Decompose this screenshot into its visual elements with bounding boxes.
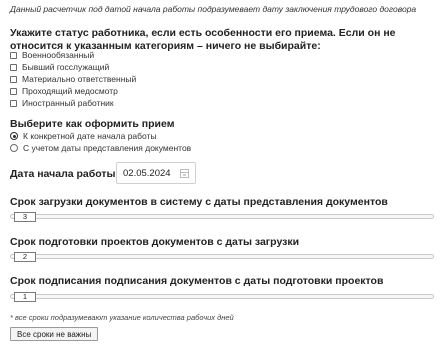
checkbox-label: Военнообязанный xyxy=(22,50,95,60)
checkbox-box[interactable] xyxy=(10,63,17,71)
checkbox-label: Бывший госслужащий xyxy=(22,62,110,72)
slider-prepare-title: Срок подготовки проектов документов с да… xyxy=(10,236,300,248)
checkbox-military[interactable]: Военнообязанный xyxy=(10,50,94,60)
radio-specific-date[interactable]: К конкретной дате начала работы xyxy=(10,131,157,141)
slider-upload-value: 3 xyxy=(22,212,28,221)
start-date-field[interactable]: 02.05.2024 xyxy=(116,162,196,184)
checkbox-label: Иностранный работник xyxy=(22,98,114,108)
checkbox-box[interactable] xyxy=(10,99,17,107)
radio-label: К конкретной дате начала работы xyxy=(23,131,157,141)
slider-prepare-track[interactable] xyxy=(10,254,434,259)
slider-sign-track[interactable] xyxy=(10,294,434,299)
calendar-icon[interactable] xyxy=(180,169,189,178)
radio-button[interactable] xyxy=(10,144,18,152)
checkbox-financially-responsible[interactable]: Материально ответственный xyxy=(10,74,136,84)
slider-sign-title: Срок подписания подписания документов с … xyxy=(10,275,384,287)
intro-text: Данный расчетчик под датой начала работы… xyxy=(10,4,417,14)
checkbox-former-civil-servant[interactable]: Бывший госслужащий xyxy=(10,62,109,72)
slider-prepare-value: 2 xyxy=(22,252,28,261)
slider-upload-title: Срок загрузки документов в систему с дат… xyxy=(10,196,388,208)
checkbox-medical-exam[interactable]: Проходящий медосмотр xyxy=(10,86,118,96)
slider-upload-thumb[interactable]: 3 xyxy=(14,211,36,222)
slider-sign-value: 1 xyxy=(22,292,28,301)
mode-title: Выберите как оформить прием xyxy=(10,118,175,130)
checkbox-box[interactable] xyxy=(10,75,17,83)
radio-label: С учетом даты представления документов xyxy=(23,143,192,153)
start-date-label: Дата начала работы xyxy=(10,168,116,180)
checkbox-label: Проходящий медосмотр xyxy=(22,86,118,96)
checkbox-foreign-worker[interactable]: Иностранный работник xyxy=(10,98,114,108)
radio-button[interactable] xyxy=(10,132,18,140)
checkbox-box[interactable] xyxy=(10,87,17,95)
footnote: * все сроки подразумевают указание колич… xyxy=(10,313,234,322)
slider-sign-thumb[interactable]: 1 xyxy=(14,291,36,302)
checkbox-box[interactable] xyxy=(10,51,17,59)
all-terms-not-important-button[interactable]: Все сроки не важны xyxy=(10,327,99,341)
checkbox-label: Материально ответственный xyxy=(22,74,137,84)
start-date-value: 02.05.2024 xyxy=(123,167,171,179)
slider-upload-track[interactable] xyxy=(10,214,434,219)
slider-prepare-thumb[interactable]: 2 xyxy=(14,251,36,262)
radio-documents-date[interactable]: С учетом даты представления документов xyxy=(10,143,191,153)
